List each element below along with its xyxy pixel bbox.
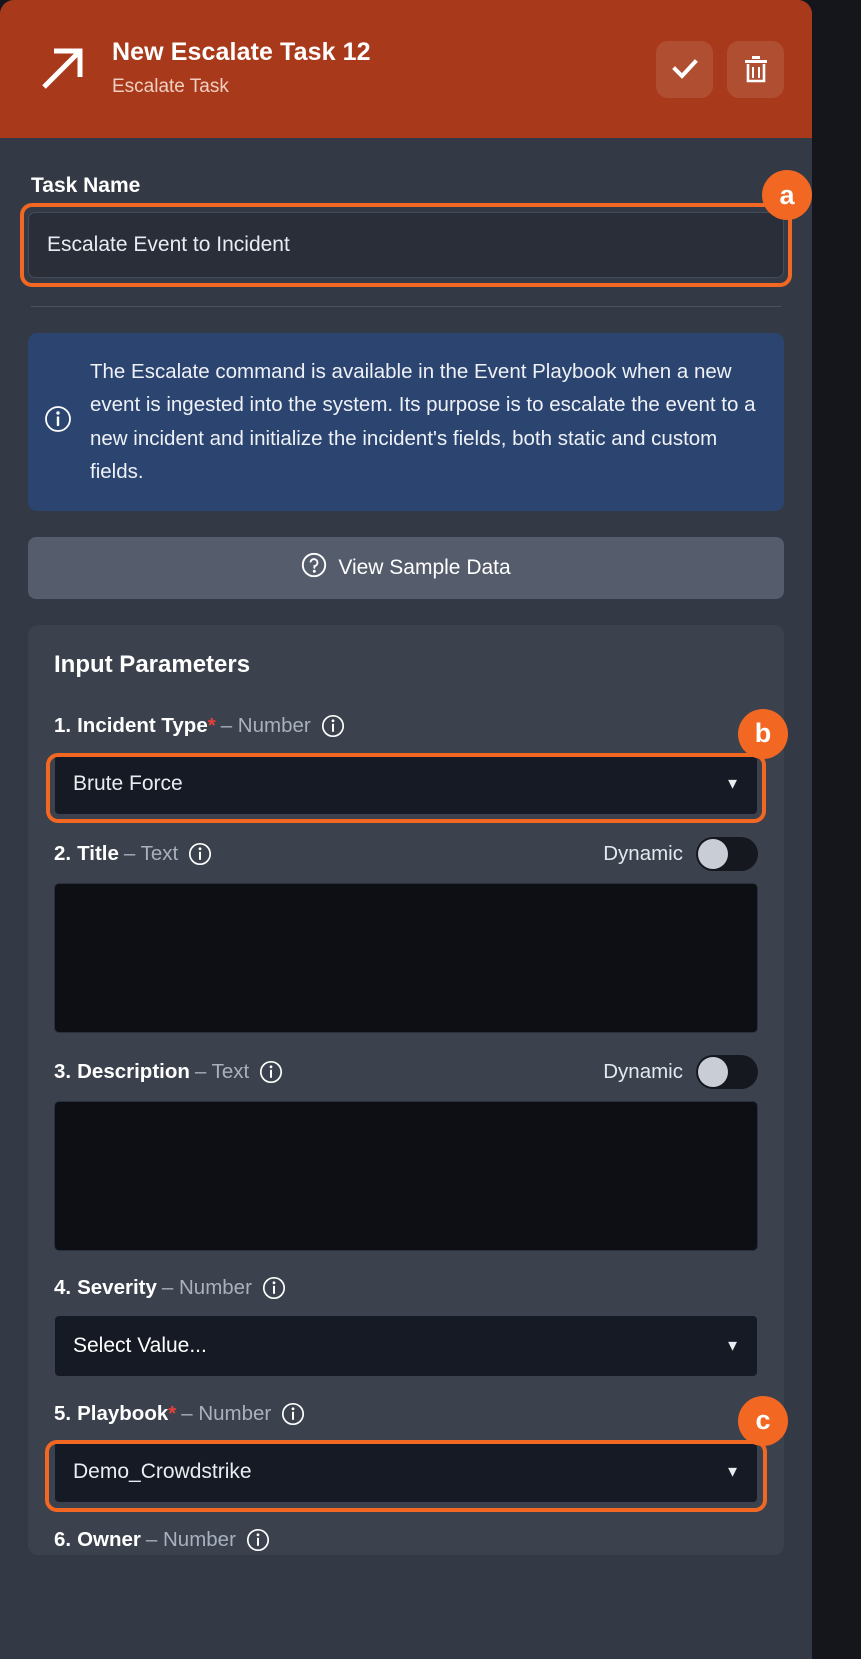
dynamic-toggle-description[interactable]	[696, 1054, 758, 1089]
param-info-icon[interactable]	[281, 1402, 305, 1426]
info-callout-text: The Escalate command is available in the…	[90, 360, 756, 484]
param-info-icon[interactable]	[246, 1528, 270, 1552]
param-owner: 6. Owner – Number	[54, 1525, 758, 1555]
param-name: Title	[77, 841, 119, 865]
severity-value: Select Value...	[73, 1333, 207, 1357]
title-textarea[interactable]	[54, 882, 758, 1033]
playbook-select[interactable]: Demo_Crowdstrike ▼	[54, 1440, 758, 1503]
dynamic-toggle-title[interactable]	[696, 836, 758, 871]
arrow-up-right-icon	[34, 41, 90, 97]
panel-header: New Escalate Task 12 Escalate Task	[0, 0, 812, 138]
header-actions	[656, 40, 784, 98]
question-circle-icon	[301, 552, 327, 584]
chevron-down-icon: ▼	[725, 1337, 740, 1355]
param-required-marker: *	[207, 713, 216, 737]
param-name: Playbook	[77, 1401, 169, 1425]
info-circle-icon	[44, 405, 72, 438]
param-index: 3.	[54, 1059, 72, 1083]
panel-body: Task Name a The Escalate command is avai…	[0, 170, 812, 1555]
chevron-down-icon: ▼	[725, 1463, 740, 1481]
delete-button[interactable]	[727, 40, 784, 98]
annotation-badge-b: b	[738, 708, 788, 759]
param-type: – Number	[145, 1527, 236, 1551]
param-index: 6.	[54, 1527, 72, 1551]
header-text-block: New Escalate Task 12 Escalate Task	[112, 39, 656, 98]
param-name: Description	[77, 1059, 190, 1083]
param-info-icon[interactable]	[321, 714, 345, 738]
param-title: 2. Title – Text Dynamic	[54, 836, 758, 1033]
param-header: 2. Title – Text Dynamic	[54, 836, 758, 871]
page-subtitle: Escalate Task	[112, 75, 229, 97]
page-title: New Escalate Task 12	[112, 38, 371, 67]
param-name: Owner	[77, 1527, 141, 1551]
param-severity: 4. Severity – Number Select Value... ▼	[54, 1273, 758, 1377]
param-type: – Number	[181, 1401, 272, 1425]
param-index: 5.	[54, 1401, 72, 1425]
trash-icon	[742, 54, 770, 84]
param-header: 1. Incident Type * – Number	[54, 711, 758, 741]
chevron-down-icon: ▼	[725, 775, 740, 793]
param-type: – Number	[220, 713, 311, 737]
param-index: 2.	[54, 841, 72, 865]
dynamic-label: Dynamic	[603, 1059, 683, 1083]
incident-type-value: Brute Force	[73, 771, 183, 795]
check-icon	[670, 54, 700, 84]
incident-type-select[interactable]: Brute Force ▼	[54, 752, 758, 815]
param-type: – Text	[194, 1059, 250, 1083]
param-index: 4.	[54, 1275, 72, 1299]
annotation-badge-c: c	[738, 1395, 788, 1446]
param-info-icon[interactable]	[188, 842, 212, 866]
task-name-input[interactable]	[28, 212, 784, 278]
annotation-badge-a: a	[762, 170, 812, 220]
param-header: 4. Severity – Number	[54, 1273, 758, 1303]
toggle-knob	[698, 838, 728, 869]
param-header: 3. Description – Text Dynamic	[54, 1054, 758, 1089]
param-playbook: 5. Playbook * – Number Demo_Crowdstrike	[45, 1395, 788, 1512]
param-name: Severity	[77, 1275, 157, 1299]
param-header: 6. Owner – Number	[54, 1525, 758, 1555]
param-index: 1.	[54, 713, 72, 737]
dynamic-label: Dynamic	[603, 841, 683, 865]
param-info-icon[interactable]	[259, 1060, 283, 1084]
param-name: Incident Type	[77, 713, 208, 737]
view-sample-data-button[interactable]: View Sample Data	[28, 536, 784, 599]
task-name-field-wrap: a	[20, 170, 812, 287]
input-parameters-card: Input Parameters 1. Incident Type * – Nu…	[28, 624, 788, 1555]
param-info-icon[interactable]	[262, 1276, 286, 1300]
playbook-value: Demo_Crowdstrike	[73, 1459, 252, 1483]
info-callout: The Escalate command is available in the…	[28, 333, 784, 511]
param-description: 3. Description – Text Dynamic	[54, 1054, 758, 1251]
param-type: – Number	[161, 1275, 252, 1299]
view-sample-data-label: View Sample Data	[338, 555, 511, 579]
param-type: – Text	[123, 841, 179, 865]
confirm-button[interactable]	[656, 40, 713, 98]
param-required-marker: *	[168, 1401, 177, 1425]
param-incident-type: 1. Incident Type * – Number Brute Force	[46, 708, 788, 823]
toggle-knob	[698, 1056, 728, 1087]
input-parameters-title: Input Parameters	[54, 650, 251, 678]
task-editor-panel: New Escalate Task 12 Escalate Task Task …	[0, 0, 812, 1659]
param-header: 5. Playbook * – Number	[54, 1399, 758, 1429]
section-divider	[31, 306, 781, 307]
description-textarea[interactable]	[54, 1100, 758, 1251]
severity-select[interactable]: Select Value... ▼	[54, 1314, 758, 1377]
task-name-label: Task Name	[31, 174, 141, 197]
